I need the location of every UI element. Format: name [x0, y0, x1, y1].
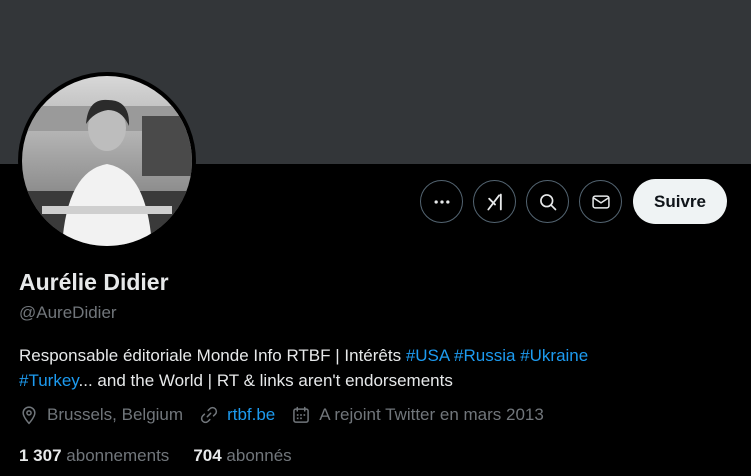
following-label: abonnements: [66, 446, 170, 465]
profile-name: Aurélie Didier: [19, 269, 169, 295]
grok-button[interactable]: [473, 180, 517, 223]
followers-count: 704: [193, 446, 222, 465]
website-link[interactable]: rtbf.be: [227, 405, 275, 425]
following-count: 1 307: [19, 446, 62, 465]
location: Brussels, Belgium: [19, 405, 183, 425]
followers-link[interactable]: 704 abonnés: [193, 446, 291, 466]
profile-handle: @AureDidier: [19, 303, 117, 322]
join-date-text: A rejoint Twitter en mars 2013: [319, 405, 544, 424]
join-date: A rejoint Twitter en mars 2013: [291, 405, 544, 425]
hashtag-turkey[interactable]: #Turkey: [19, 371, 79, 390]
hashtag-russia[interactable]: #Russia: [454, 346, 515, 365]
follow-button[interactable]: Suivre: [633, 179, 727, 224]
more-button[interactable]: [420, 180, 464, 223]
profile-meta: Brussels, Belgium rtbf.be A rejoint Twit…: [19, 405, 560, 425]
bio-text-end: ... and the World | RT & links aren't en…: [78, 371, 453, 390]
grok-icon: [486, 193, 502, 210]
search-icon: [539, 193, 556, 210]
search-button[interactable]: [526, 180, 570, 223]
hashtag-usa[interactable]: #USA: [406, 346, 449, 365]
avatar-image: [22, 76, 192, 246]
profile-bio: Responsable éditoriale Monde Info RTBF |…: [19, 343, 719, 393]
avatar[interactable]: [18, 72, 196, 250]
message-button[interactable]: [579, 180, 623, 223]
following-link[interactable]: 1 307 abonnements: [19, 446, 169, 466]
message-icon: [591, 194, 610, 209]
bio-text: Responsable éditoriale Monde Info RTBF |…: [19, 346, 406, 365]
calendar-icon: [293, 406, 310, 423]
profile-actions: Suivre: [420, 179, 727, 224]
hashtag-ukraine[interactable]: #Ukraine: [520, 346, 588, 365]
location-pin-icon: [22, 406, 36, 425]
followers-label: abonnés: [226, 446, 292, 465]
link-icon: [200, 406, 218, 424]
profile-stats: 1 307 abonnements 704 abonnés: [19, 446, 316, 466]
website: rtbf.be: [199, 405, 275, 425]
location-text: Brussels, Belgium: [47, 405, 184, 424]
more-icon: [434, 199, 450, 204]
